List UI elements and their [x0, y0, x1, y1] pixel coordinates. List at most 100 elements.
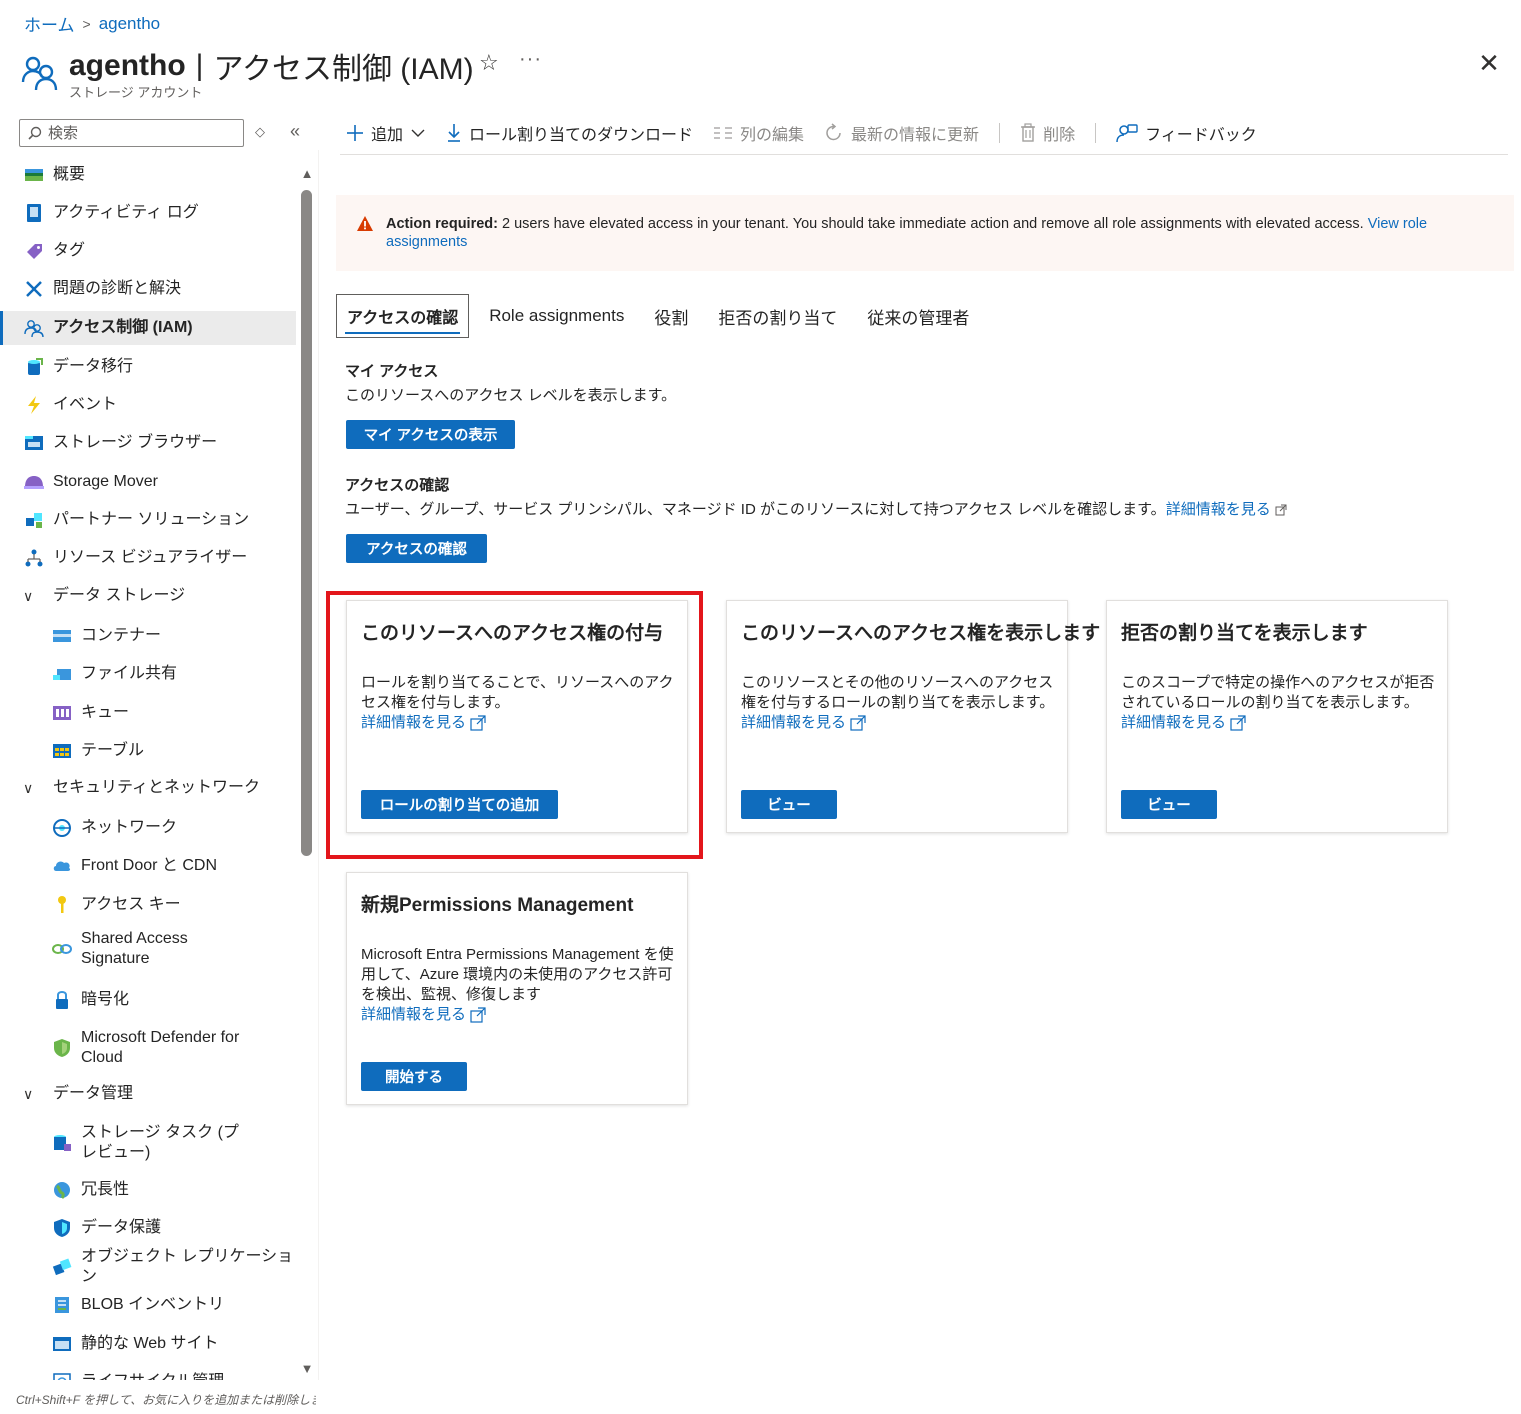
scrollbar-thumb[interactable]	[301, 190, 312, 856]
star-icon[interactable]: ☆	[479, 50, 499, 76]
action-required-banner: Action required: 2 users have elevated a…	[336, 195, 1514, 271]
sidebar-item-label: パートナー ソリューション	[53, 511, 250, 528]
sidebar-item-redundancy[interactable]: 冗長性	[0, 1173, 296, 1207]
sidebar-item-diagnose[interactable]: 問題の診断と解決	[0, 272, 296, 306]
feedback-icon	[1116, 124, 1138, 143]
sidebar-search[interactable]	[19, 119, 244, 147]
sidebar-item-resource-visualizer[interactable]: リソース ビジュアライザー	[0, 541, 296, 575]
sidebar-item-containers[interactable]: コンテナー	[0, 619, 296, 653]
sidebar-item-label: Storage Mover	[53, 473, 158, 490]
sidebar-item-lifecycle[interactable]: ライフサイクル管理	[0, 1365, 296, 1380]
learn-more-label: 詳細情報を見る	[361, 1006, 467, 1023]
sidebar-item-events[interactable]: イベント	[0, 388, 296, 422]
sidebar-group-data-management[interactable]: ∨ データ管理	[0, 1077, 296, 1111]
banner-text: 2 users have elevated access in your ten…	[497, 216, 1368, 232]
sidebar-item-access-keys[interactable]: アクセス キー	[0, 888, 296, 922]
external-link-icon	[470, 1007, 486, 1023]
collapse-sidebar-icon[interactable]: «	[290, 121, 300, 142]
tab-check-access[interactable]: アクセスの確認	[336, 294, 470, 338]
sidebar-group-security-network[interactable]: ∨ セキュリティとネットワーク	[0, 771, 296, 805]
sidebar-item-file-shares[interactable]: ファイル共有	[0, 657, 296, 691]
sidebar-item-queues[interactable]: キュー	[0, 696, 296, 730]
sidebar-item-label: アクティビティ ログ	[53, 204, 199, 221]
card-title: このリソースへのアクセス権を表示します	[741, 623, 1101, 644]
sidebar-item-tags[interactable]: タグ	[0, 234, 296, 268]
tab-roles[interactable]: 役割	[644, 294, 698, 338]
delete-button[interactable]: 削除	[1020, 121, 1075, 145]
add-button[interactable]: 追加	[346, 121, 426, 145]
view-access-button[interactable]: ビュー	[741, 790, 837, 819]
sidebar-item-overview[interactable]: 概要	[0, 158, 296, 192]
sidebar-item-label: キュー	[81, 704, 130, 721]
download-icon	[448, 124, 461, 142]
sidebar-item-partner-solutions[interactable]: パートナー ソリューション	[0, 503, 296, 537]
sidebar-item-tables[interactable]: テーブル	[0, 734, 296, 768]
banner-title: Action required:	[386, 216, 498, 232]
my-access-description: このリソースへのアクセス レベルを表示します。	[345, 387, 677, 404]
learn-more-link[interactable]: 詳細情報を見る	[1121, 713, 1246, 733]
sidebar-group-data-storage[interactable]: ∨ データ ストレージ	[0, 579, 296, 613]
sidebar-item-label: Microsoft Defender for Cloud	[81, 1029, 240, 1066]
close-icon[interactable]: ✕	[1476, 50, 1502, 76]
sidebar-item-iam[interactable]: アクセス制御 (IAM)	[0, 311, 296, 345]
link-icon	[51, 938, 73, 960]
page-name: アクセス制御 (IAM)	[213, 53, 474, 86]
sidebar-item-storage-tasks[interactable]: ストレージ タスク (プレビュー)	[0, 1120, 296, 1166]
learn-more-link[interactable]: 詳細情報を見る	[361, 1005, 486, 1025]
check-access-button[interactable]: アクセスの確認	[346, 534, 487, 563]
storage-tasks-icon	[51, 1132, 73, 1154]
edit-columns-button[interactable]: 列の編集	[713, 121, 804, 145]
learn-more-link[interactable]: 詳細情報を見る	[1166, 501, 1271, 518]
sidebar-item-label: Front Door と CDN	[81, 857, 218, 874]
sidebar-item-data-protection[interactable]: データ保護	[0, 1211, 296, 1245]
inventory-icon	[51, 1294, 73, 1316]
get-started-button[interactable]: 開始する	[361, 1062, 467, 1091]
sidebar-item-encryption[interactable]: 暗号化	[0, 983, 296, 1017]
sidebar-item-object-replication[interactable]: オブジェクト レプリケーション	[0, 1248, 296, 1285]
my-access-title: マイ アクセス	[345, 363, 439, 380]
sidebar-item-activity-log[interactable]: アクティビティ ログ	[0, 196, 296, 230]
refresh-button[interactable]: 最新の情報に更新	[824, 121, 979, 145]
sidebar-item-static-website[interactable]: 静的な Web サイト	[0, 1327, 296, 1361]
scroll-up-icon[interactable]: ▲	[299, 166, 315, 181]
tab-role-assignments[interactable]: Role assignments	[479, 294, 634, 338]
tab-bar: アクセスの確認 Role assignments 役割 拒否の割り当て 従来の管…	[336, 294, 989, 338]
sort-icon[interactable]: ◇	[255, 124, 265, 140]
resource-name: agentho	[69, 49, 186, 82]
sidebar-item-data-migration[interactable]: データ移行	[0, 350, 296, 384]
sidebar-item-networking[interactable]: ネットワーク	[0, 811, 296, 845]
learn-more-link[interactable]: 詳細情報を見る	[741, 713, 866, 733]
view-deny-assignments-button[interactable]: ビュー	[1121, 790, 1217, 819]
table-icon	[51, 740, 73, 762]
plus-icon	[347, 125, 363, 141]
tab-deny-assignments[interactable]: 拒否の割り当て	[708, 294, 847, 338]
download-role-assignments-button[interactable]: ロール割り当てのダウンロード	[446, 121, 693, 145]
sidebar-item-defender[interactable]: Microsoft Defender for Cloud	[0, 1025, 296, 1071]
sidebar-item-label: ストレージ タスク (プレビュー)	[81, 1124, 239, 1161]
external-link-icon	[1230, 715, 1246, 731]
visualizer-icon	[23, 547, 45, 569]
card-deny-assignments: 拒否の割り当てを表示します このスコープで特定の操作へのアクセスが拒否されている…	[1106, 600, 1448, 833]
wrench-icon	[23, 278, 45, 300]
breadcrumb-home[interactable]: ホーム	[24, 11, 75, 36]
add-label: 追加	[371, 127, 404, 144]
partner-icon	[23, 509, 45, 531]
sidebar-item-storage-browser[interactable]: ストレージ ブラウザー	[0, 426, 296, 460]
feedback-button[interactable]: フィードバック	[1116, 121, 1257, 145]
search-input[interactable]	[48, 124, 228, 142]
tab-classic-administrators[interactable]: 従来の管理者	[857, 294, 979, 338]
activity-log-icon	[23, 202, 45, 224]
sidebar-item-front-door-cdn[interactable]: Front Door と CDN	[0, 849, 296, 883]
keyboard-hint: Ctrl+Shift+F を押して、お気に入りを追加または削除しま	[16, 1393, 316, 1407]
sidebar-item-storage-mover[interactable]: Storage Mover	[0, 465, 296, 499]
view-my-access-button[interactable]: マイ アクセスの表示	[346, 420, 515, 449]
sidebar-scrollbar[interactable]: ▲ ▼	[299, 166, 315, 1376]
sidebar-item-sas[interactable]: Shared Access Signature	[0, 926, 296, 972]
sidebar-nav: 概要 アクティビティ ログ タグ 問題の診断と解決 アクセス制御 (IAM) デ…	[0, 158, 296, 1380]
breadcrumb-resource[interactable]: agentho	[99, 14, 160, 34]
sidebar-item-blob-inventory[interactable]: BLOB インベントリ	[0, 1288, 296, 1322]
ellipsis-icon[interactable]: ···	[519, 48, 542, 71]
scroll-down-icon[interactable]: ▼	[299, 1361, 315, 1376]
card-text: このリソースとその他のリソースへのアクセス権を付与するロールの割り当てを表示しま…	[741, 674, 1055, 711]
sidebar-group-label: データ ストレージ	[53, 587, 186, 604]
